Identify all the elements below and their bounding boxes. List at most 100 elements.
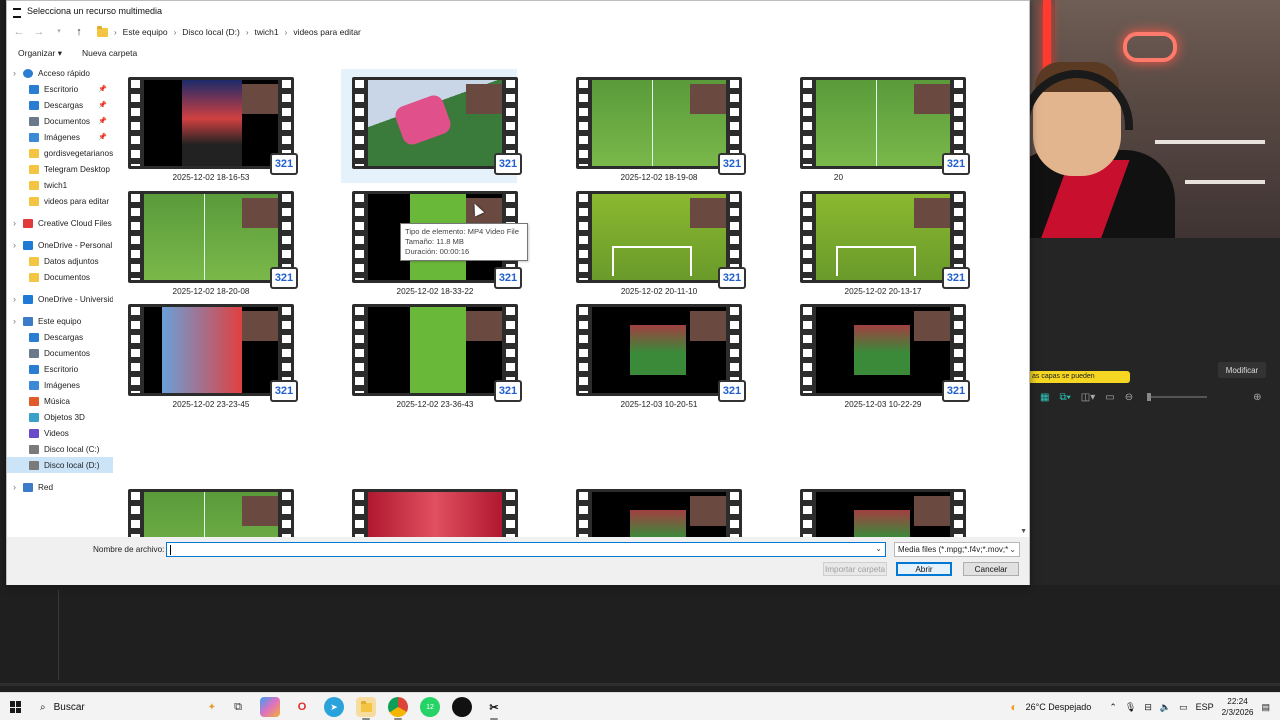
task-view-icon[interactable]: ⧉ (228, 697, 248, 717)
nav-item[interactable]: Descargas (7, 329, 113, 345)
file-tile[interactable]: 321 2025-12-02 18-19-08 (565, 69, 746, 183)
nav-item[interactable]: › OneDrive - Universid (7, 291, 113, 307)
expand-chevron-icon[interactable]: › (13, 316, 16, 326)
breadcrumb-item[interactable]: Disco local (D:) (182, 27, 240, 37)
nav-item[interactable]: Descargas 📌 (7, 97, 113, 113)
nav-item[interactable]: Objetos 3D (7, 409, 113, 425)
app-icon[interactable] (452, 697, 472, 717)
opera-icon[interactable]: O (292, 697, 312, 717)
forward-arrow-icon[interactable]: → (33, 26, 45, 38)
nav-item-label: Imágenes (44, 380, 80, 390)
new-folder-button[interactable]: Nueva carpeta (82, 48, 137, 58)
nav-item[interactable]: Disco local (D:) (7, 457, 113, 473)
nav-item[interactable]: Telegram Desktop (7, 161, 113, 177)
file-tile[interactable]: 321 2025-12-02 18-16-53 (117, 69, 298, 183)
breadcrumb[interactable]: › Este equipo › Disco local (D:) › twich… (93, 23, 361, 41)
zoom-slider[interactable] (1147, 393, 1208, 401)
network-icon[interactable]: ⊟ (1144, 702, 1152, 713)
search-label: Buscar (53, 701, 85, 713)
copilot-icon[interactable] (260, 697, 280, 717)
zoom-in-icon[interactable]: ⊕ (1253, 392, 1261, 403)
nav-item[interactable]: Documentos (7, 269, 113, 285)
nav-item[interactable]: gordisvegetarianos (7, 145, 113, 161)
start-icon[interactable] (10, 701, 22, 713)
file-tile[interactable]: 321 2025-12-03 10-22-29 (789, 296, 970, 410)
folder-icon (29, 180, 39, 190)
nav-item[interactable]: › Este equipo (7, 313, 113, 329)
file-explorer-icon[interactable] (356, 697, 376, 720)
chevron-down-icon[interactable]: ⌄ (875, 544, 882, 553)
nav-item[interactable]: Documentos (7, 345, 113, 361)
breadcrumb-item[interactable]: twich1 (255, 27, 279, 37)
file-type-select[interactable]: Media files (*.mpg;*.f4v;*.mov;* ⌄ (894, 542, 1020, 557)
nav-item[interactable]: Música (7, 393, 113, 409)
nav-item[interactable]: Escritorio (7, 361, 113, 377)
weather-icon[interactable]: ◐ (1010, 700, 1017, 714)
nav-item[interactable]: twich1 (7, 177, 113, 193)
recent-chevron-icon[interactable]: ▾ (53, 26, 65, 38)
file-tile[interactable]: 321 2025-12-02 23-36-43 (341, 296, 522, 410)
file-tile[interactable]: 321 2025-12-02 20-13-17 (789, 183, 970, 297)
expand-chevron-icon[interactable]: › (13, 240, 16, 250)
timeline-scrollbar[interactable] (0, 683, 1280, 686)
layers-icon[interactable]: ▦ (1040, 392, 1049, 403)
expand-chevron-icon[interactable]: › (13, 482, 16, 492)
file-tile[interactable]: 321 2025-12-02 23-23-45 (117, 296, 298, 410)
chevron-down-icon[interactable]: ⌄ (1009, 543, 1016, 556)
modify-button[interactable]: Modificar (1218, 362, 1266, 378)
file-tile[interactable]: 321 (565, 481, 742, 537)
volume-icon[interactable]: 🔈 (1160, 702, 1171, 713)
file-tile[interactable]: 321 2025-12-02 18-20-08 (117, 183, 298, 297)
nav-item[interactable]: Imágenes 📌 (7, 129, 113, 145)
open-button[interactable]: Abrir (896, 562, 952, 576)
monitor-icon[interactable]: ▭ (1105, 392, 1114, 403)
expand-chevron-icon[interactable]: › (13, 68, 16, 78)
file-tile[interactable]: 321 (341, 69, 522, 183)
zoom-out-icon[interactable]: ⊖ (1125, 392, 1133, 403)
telegram-icon[interactable]: ➤ (324, 697, 344, 717)
microphone-icon[interactable]: 🎙 (1125, 702, 1136, 713)
file-tile[interactable]: 321 20 (789, 69, 970, 183)
file-tile[interactable]: 321 2025-12-02 20-11-10 (565, 183, 746, 297)
nav-item[interactable]: Escritorio 📌 (7, 81, 113, 97)
chrome-icon[interactable] (388, 697, 408, 720)
cancel-button[interactable]: Cancelar (963, 562, 1019, 576)
nav-item[interactable]: Datos adjuntos (7, 253, 113, 269)
editor-app-icon[interactable]: ✂ (484, 697, 504, 720)
battery-icon[interactable]: ▭ (1179, 702, 1188, 713)
notification-icon[interactable]: ▤ (1261, 702, 1270, 713)
file-tile[interactable]: 321 2025-12-03 10-20-51 (565, 296, 746, 410)
link-icon[interactable]: ⧉▾ (1059, 392, 1070, 403)
file-tile[interactable]: 321 (789, 481, 966, 537)
organize-menu[interactable]: Organizar ▾ (18, 48, 62, 59)
import-folder-button[interactable]: Importar carpeta (823, 562, 887, 576)
file-tile[interactable]: 321 (341, 481, 518, 537)
nav-item[interactable]: › Creative Cloud Files (7, 215, 113, 231)
whatsapp-icon[interactable]: 12 (420, 697, 440, 717)
chevron-up-icon[interactable]: ⌃ (1109, 702, 1117, 713)
nav-item[interactable]: Videos (7, 425, 113, 441)
nav-item[interactable]: videos para editar (7, 193, 113, 209)
nav-item[interactable]: Documentos 📌 (7, 113, 113, 129)
nav-item[interactable]: › OneDrive - Personal (7, 237, 113, 253)
media-player-icon: 321 (942, 153, 970, 175)
file-tile[interactable]: 321 (117, 481, 294, 537)
taskbar-search[interactable]: ⌕ Buscar ✦ (34, 697, 220, 717)
back-arrow-icon[interactable]: ← (13, 26, 25, 38)
weather-text[interactable]: 26°C Despejado (1026, 702, 1092, 712)
split-icon[interactable]: ◫▾ (1081, 392, 1095, 403)
nav-item[interactable]: › Acceso rápido (7, 65, 113, 81)
expand-chevron-icon[interactable]: › (13, 294, 16, 304)
up-arrow-icon[interactable]: ↑ (73, 26, 85, 38)
scroll-down-icon[interactable]: ▼ (1020, 528, 1027, 535)
language-indicator[interactable]: ESP (1196, 702, 1214, 712)
filename-input[interactable]: ⌄ (166, 542, 886, 557)
nav-item-label: Música (44, 396, 70, 406)
expand-chevron-icon[interactable]: › (13, 218, 16, 228)
clock[interactable]: 22:24 2/3/2026 (1222, 696, 1254, 718)
nav-item[interactable]: Imágenes (7, 377, 113, 393)
breadcrumb-item[interactable]: videos para editar (293, 27, 361, 37)
breadcrumb-item[interactable]: Este equipo (123, 27, 168, 37)
nav-item[interactable]: Disco local (C:) (7, 441, 113, 457)
nav-item[interactable]: › Red (7, 479, 113, 495)
